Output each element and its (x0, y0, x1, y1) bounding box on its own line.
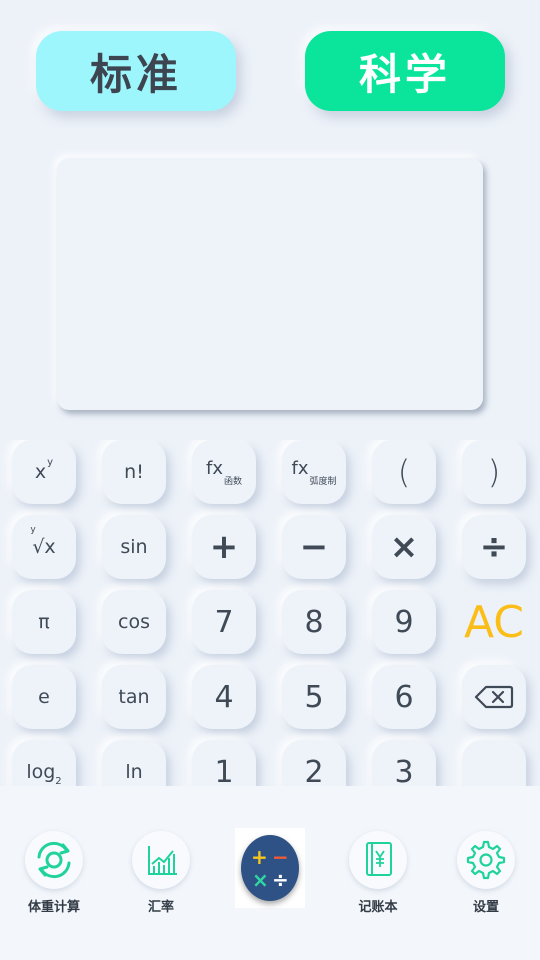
nav-calculator[interactable]: + − × ÷ (235, 828, 305, 908)
power-exponent: y (47, 456, 54, 468)
right-paren-key[interactable]: ) (462, 440, 526, 504)
weight-refresh-icon (37, 841, 71, 879)
cos-key[interactable]: cos (102, 590, 166, 654)
log-main: log (26, 761, 56, 783)
left-paren-key[interactable]: ( (372, 440, 436, 504)
multiply-key[interactable]: × (372, 515, 436, 579)
minus-key[interactable]: − (282, 515, 346, 579)
log2-key[interactable]: log 2 (12, 740, 76, 786)
digit-3-key[interactable]: 3 (372, 740, 436, 786)
power-base: x (34, 461, 47, 483)
calc-icon-minus: − (272, 845, 289, 869)
digit-1-key[interactable]: 1 (192, 740, 256, 786)
nav-ledger-label: 记账本 (358, 900, 398, 915)
scientific-mode-tab[interactable]: 科学 (305, 31, 505, 111)
root-key[interactable]: y √x (12, 515, 76, 579)
digit-8-key[interactable]: 8 (282, 590, 346, 654)
function-key-sub: 函数 (223, 476, 242, 487)
digit-4-key[interactable]: 4 (192, 665, 256, 729)
nav-exchange-rate-label: 汇率 (147, 900, 174, 915)
exchange-chart-icon (148, 846, 177, 875)
nav-ledger[interactable]: 记账本 (333, 831, 423, 915)
function-key[interactable]: fx 函数 (192, 440, 256, 504)
radian-key-main: fx (291, 457, 309, 479)
calc-icon-plus: + (251, 845, 268, 869)
root-body: √x (32, 536, 56, 558)
blank-key[interactable] (462, 740, 526, 786)
radian-key-sub: 弧度制 (309, 476, 337, 487)
backspace-key[interactable] (462, 665, 526, 729)
sin-key[interactable]: sin (102, 515, 166, 579)
digit-9-key[interactable]: 9 (372, 590, 436, 654)
keypad: xy n! fx 函数 fx 弧度制 ( ) y √x sin + − × ÷ π c… (0, 440, 540, 786)
digit-7-key[interactable]: 7 (192, 590, 256, 654)
calc-icon-times: × (252, 868, 269, 892)
backspace-icon (474, 685, 514, 709)
root-index: y (30, 525, 36, 535)
plus-key[interactable]: + (192, 515, 256, 579)
gear-icon (466, 840, 506, 880)
factorial-key[interactable]: n! (102, 440, 166, 504)
calculator-operators-icon: + − × ÷ (241, 835, 299, 901)
ln-key[interactable]: ln (102, 740, 166, 786)
e-key[interactable]: e (12, 665, 76, 729)
calc-icon-divide: ÷ (272, 868, 289, 892)
nav-settings[interactable]: 设置 (441, 831, 531, 915)
calculator-display (57, 158, 483, 410)
nav-exchange-rate[interactable]: 汇率 (116, 831, 206, 915)
ledger-yen-icon (366, 842, 392, 876)
radian-function-key[interactable]: fx 弧度制 (282, 440, 346, 504)
clear-key[interactable]: AC (462, 590, 526, 654)
digit-5-key[interactable]: 5 (282, 665, 346, 729)
bottom-nav: 体重计算 汇率 + − × ÷ 记账本 设置 (0, 786, 540, 960)
tan-key[interactable]: tan (102, 665, 166, 729)
pi-key[interactable]: π (12, 590, 76, 654)
digit-6-key[interactable]: 6 (372, 665, 436, 729)
nav-weight-calc-label: 体重计算 (27, 900, 80, 915)
log-base: 2 (55, 775, 62, 787)
function-key-main: fx (205, 457, 223, 479)
divide-key[interactable]: ÷ (462, 515, 526, 579)
power-key[interactable]: xy (12, 440, 76, 504)
nav-settings-label: 设置 (472, 900, 499, 915)
digit-2-key[interactable]: 2 (282, 740, 346, 786)
standard-mode-tab[interactable]: 标准 (36, 31, 236, 111)
nav-weight-calc[interactable]: 体重计算 (9, 831, 99, 915)
